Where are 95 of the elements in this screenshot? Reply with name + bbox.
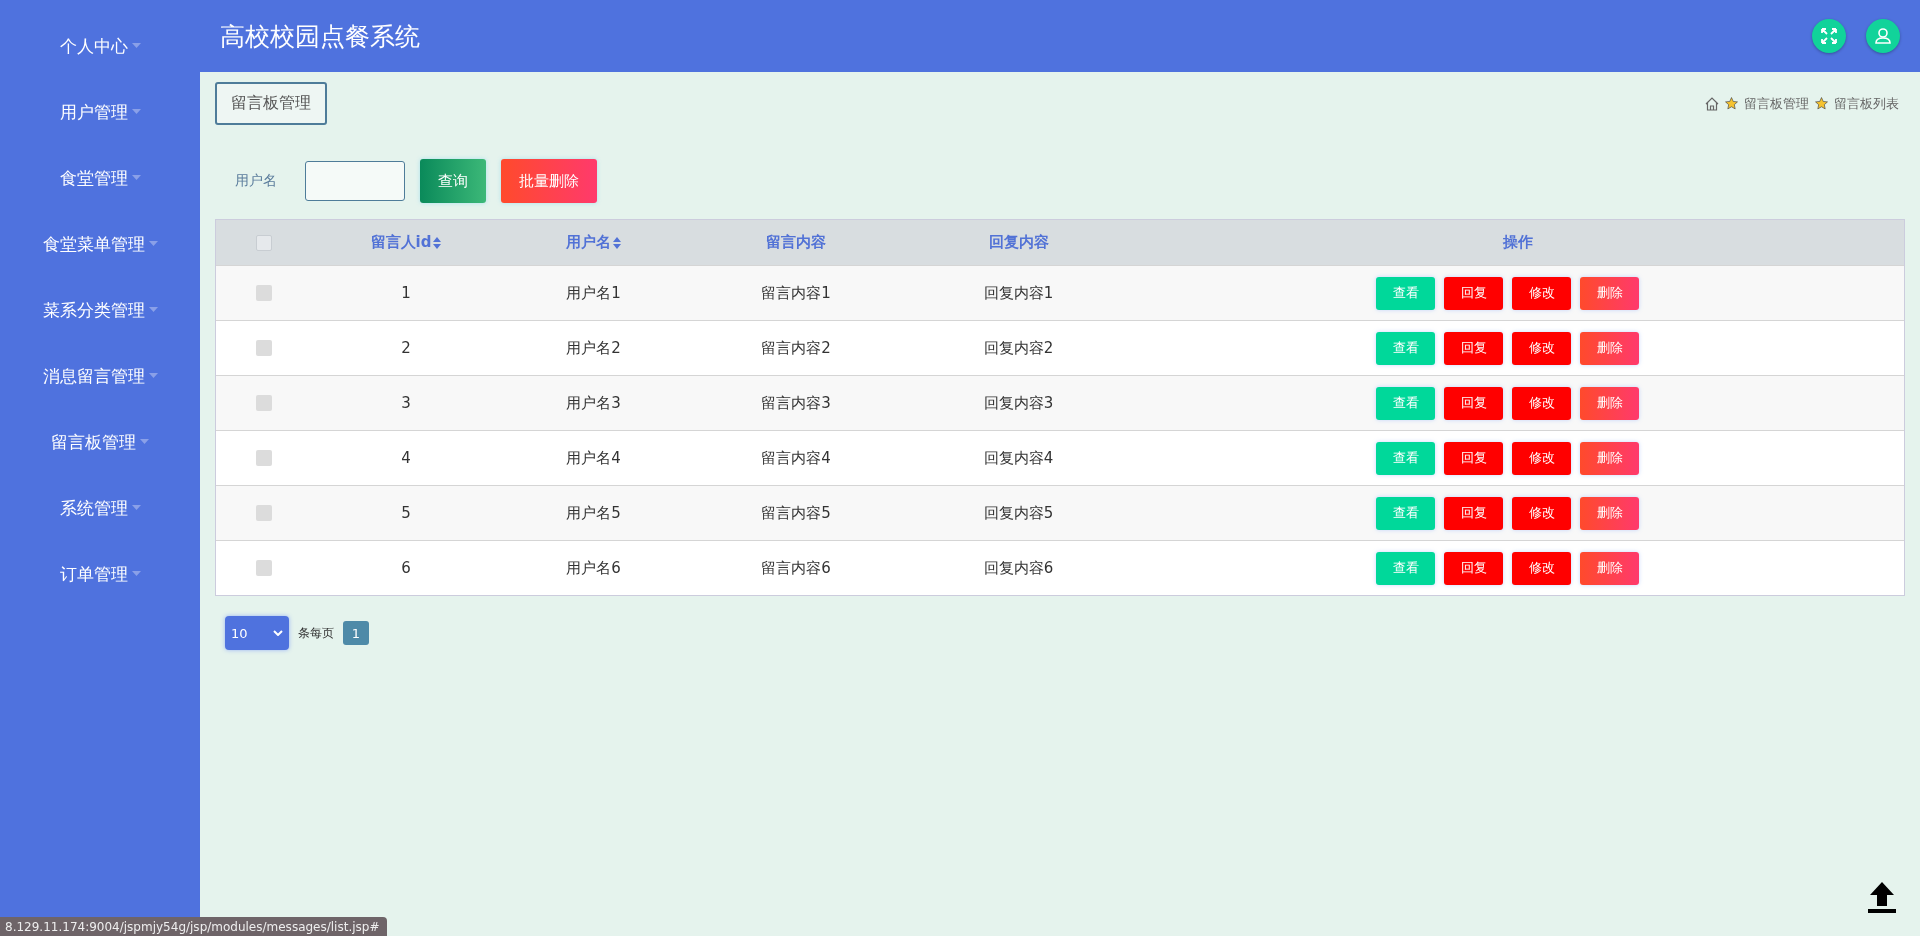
reply-button[interactable]: 回复 [1444, 331, 1503, 365]
row-checkbox[interactable] [255, 395, 272, 411]
page-size-label: 条每页 [298, 624, 334, 642]
table-cell: 留言内容5 [761, 503, 831, 523]
sidebar-item[interactable]: 个人中心 [0, 26, 200, 92]
edit-button[interactable]: 修改 [1512, 496, 1571, 530]
reply-button[interactable]: 回复 [1444, 386, 1503, 420]
reply-button[interactable]: 回复 [1444, 441, 1503, 475]
table-cell: 留言内容2 [761, 338, 831, 358]
user-button[interactable] [1866, 19, 1900, 53]
sidebar-item[interactable]: 用户管理 [0, 92, 200, 158]
caret-icon [131, 175, 141, 180]
app-title: 高校校园点餐系统 [220, 20, 421, 53]
home-icon[interactable] [1705, 96, 1719, 111]
page-button[interactable]: 1 [343, 621, 369, 645]
table-cell: 用户名3 [566, 393, 621, 413]
batch-delete-button[interactable]: 批量删除 [501, 159, 597, 203]
reply-button[interactable]: 回复 [1444, 551, 1503, 585]
sidebar-item[interactable]: 食堂管理 [0, 158, 200, 224]
delete-button[interactable]: 删除 [1580, 386, 1639, 420]
caret-icon [148, 241, 158, 246]
table-cell: 4 [401, 449, 411, 467]
edit-button[interactable]: 修改 [1512, 551, 1571, 585]
table-cell: 回复内容4 [983, 448, 1054, 468]
breadcrumb-link[interactable]: 留言板管理 [1744, 94, 1809, 113]
caret-icon [131, 505, 141, 510]
column-header[interactable]: 留言人id [370, 233, 432, 252]
edit-button[interactable]: 修改 [1512, 386, 1571, 420]
table-cell: 5 [401, 504, 411, 522]
username-label: 用户名 [235, 172, 278, 190]
search-button[interactable]: 查询 [420, 159, 486, 203]
table-cell: 6 [401, 559, 411, 577]
table-cell: 回复内容5 [983, 503, 1054, 523]
caret-icon [131, 43, 141, 48]
delete-button[interactable]: 删除 [1580, 441, 1639, 475]
row-checkbox[interactable] [255, 560, 272, 576]
caret-icon [148, 307, 158, 312]
row-checkbox[interactable] [255, 340, 272, 356]
sidebar-item[interactable]: 食堂菜单管理 [0, 224, 200, 290]
table-cell: 用户名5 [566, 503, 621, 523]
username-field[interactable] [305, 161, 405, 201]
fullscreen-icon [1820, 27, 1838, 45]
caret-icon [140, 439, 149, 444]
table-cell: 用户名1 [566, 283, 621, 303]
sidebar-item[interactable]: 订单管理 [0, 554, 200, 620]
column-header: 回复内容 [988, 233, 1049, 252]
table-cell: 留言内容1 [761, 283, 831, 303]
table-cell: 3 [401, 394, 411, 412]
table-cell: 回复内容6 [983, 558, 1054, 578]
sidebar-item[interactable]: 消息留言管理 [0, 356, 200, 422]
row-checkbox[interactable] [255, 285, 272, 301]
page-size-select[interactable]: 10 [225, 616, 289, 650]
table-cell: 回复内容3 [983, 393, 1054, 413]
caret-icon [148, 373, 158, 378]
row-checkbox[interactable] [255, 505, 272, 521]
star-icon [1725, 97, 1738, 110]
edit-button[interactable]: 修改 [1512, 276, 1571, 310]
column-header: 操作 [1502, 233, 1533, 252]
caret-icon [131, 109, 141, 114]
table-cell: 用户名4 [566, 448, 621, 468]
delete-button[interactable]: 删除 [1580, 276, 1639, 310]
caret-icon [131, 571, 141, 576]
select-all-checkbox[interactable] [255, 234, 272, 251]
reply-button[interactable]: 回复 [1444, 276, 1503, 310]
sidebar-item[interactable]: 菜系分类管理 [0, 290, 200, 356]
table-cell: 留言内容3 [761, 393, 831, 413]
row-checkbox[interactable] [255, 450, 272, 466]
table-cell: 2 [401, 339, 411, 357]
status-url: 8.129.11.174:9004/jspmjy54g/jsp/modules/messages/list.jsp# [0, 917, 388, 936]
sort-icon[interactable] [433, 236, 442, 249]
table-cell: 用户名6 [566, 558, 621, 578]
upload-arrow-icon[interactable] [1866, 880, 1898, 914]
sidebar-item[interactable]: 留言板管理 [0, 422, 200, 488]
sort-icon[interactable] [613, 236, 621, 249]
sidebar-item[interactable]: 系统管理 [0, 488, 200, 554]
edit-button[interactable]: 修改 [1512, 441, 1571, 475]
table-cell: 回复内容1 [983, 283, 1054, 303]
table-cell: 留言内容4 [761, 448, 831, 468]
edit-button[interactable]: 修改 [1512, 331, 1571, 365]
fullscreen-button[interactable] [1812, 19, 1846, 53]
delete-button[interactable]: 删除 [1580, 551, 1639, 585]
table-cell: 回复内容2 [983, 338, 1054, 358]
chevron-down-icon [273, 630, 283, 636]
star-icon [1815, 97, 1828, 110]
table-cell: 用户名2 [566, 338, 621, 358]
breadcrumb-link[interactable]: 留言板列表 [1834, 94, 1899, 113]
column-header: 留言内容 [766, 233, 826, 252]
user-icon [1874, 27, 1892, 45]
table-cell: 1 [401, 284, 411, 302]
delete-button[interactable]: 删除 [1580, 331, 1639, 365]
column-header[interactable]: 用户名 [566, 233, 611, 252]
page-tab[interactable]: 留言板管理 [215, 82, 327, 125]
reply-button[interactable]: 回复 [1444, 496, 1503, 530]
table-cell: 留言内容6 [761, 558, 831, 578]
delete-button[interactable]: 删除 [1580, 496, 1639, 530]
